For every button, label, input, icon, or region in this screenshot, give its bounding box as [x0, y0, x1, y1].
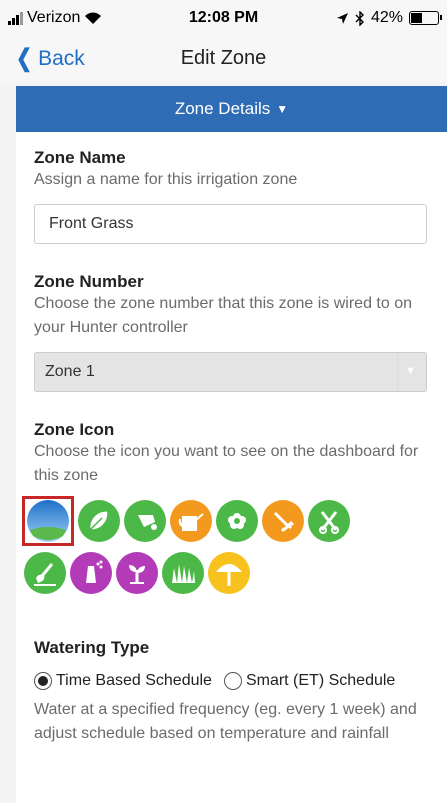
- select-divider: [397, 353, 398, 391]
- location-arrow-icon: [336, 12, 348, 24]
- zone-details-dropdown[interactable]: Zone Details ▼: [16, 86, 447, 132]
- leaf-icon[interactable]: [78, 500, 120, 542]
- shears-icon[interactable]: [308, 500, 350, 542]
- sprout-icon[interactable]: [116, 552, 158, 594]
- watering-type-section: Watering Type Time Based Schedule Smart …: [16, 638, 447, 746]
- zone-icon-label: Zone Icon: [34, 420, 115, 439]
- rake-icon[interactable]: [262, 500, 304, 542]
- status-indicators: 42%: [336, 9, 442, 27]
- battery-percent: 42%: [370, 9, 403, 26]
- caret-down-icon: ▼: [276, 102, 289, 116]
- zone-name-input[interactable]: [34, 204, 427, 244]
- zone-name-label: Zone Name: [34, 148, 126, 167]
- battery-fill: [411, 13, 422, 23]
- zone-icon-row: [22, 496, 429, 546]
- zone-number-section: Zone Number Choose the zone number that …: [16, 272, 447, 392]
- smart-et-label[interactable]: Smart (ET) Schedule: [246, 672, 395, 690]
- selected-icon-frame: [22, 496, 74, 546]
- time-based-radio[interactable]: [34, 672, 52, 690]
- tree-icon[interactable]: [208, 552, 250, 594]
- watering-type-label: Watering Type: [34, 638, 150, 657]
- watering-type-help: Water at a specified frequency (eg. ever…: [34, 701, 417, 742]
- time-based-label[interactable]: Time Based Schedule: [56, 672, 212, 690]
- grass-icon[interactable]: [162, 552, 204, 594]
- bluetooth-icon: [355, 10, 364, 26]
- zone-number-help: Choose the zone number that this zone is…: [34, 295, 412, 336]
- flower-icon[interactable]: [216, 500, 258, 542]
- zone-icon-row: [24, 552, 429, 594]
- chevron-down-icon: ▼: [405, 365, 416, 377]
- zone-details-label: Zone Details: [174, 99, 271, 118]
- zone-name-section: Zone Name Assign a name for this irrigat…: [16, 148, 447, 244]
- radio-selected-dot: [38, 676, 48, 686]
- zone-icon-section: Zone Icon Choose the icon you want to se…: [16, 420, 447, 594]
- battery-icon: [409, 11, 442, 25]
- sky-grass-icon[interactable]: [27, 500, 69, 542]
- sprinkler-icon[interactable]: [70, 552, 112, 594]
- zone-icon-help: Choose the icon you want to see on the d…: [34, 443, 419, 484]
- watering-type-options: Time Based Schedule Smart (ET) Schedule: [34, 672, 429, 690]
- smart-et-radio[interactable]: [223, 672, 242, 690]
- zone-number-label: Zone Number: [34, 272, 144, 291]
- edit-zone-form: Zone Details ▼ Zone Name Assign a name f…: [16, 86, 447, 803]
- zone-number-select[interactable]: Zone 1 ▼: [34, 352, 427, 392]
- zone-name-help: Assign a name for this irrigation zone: [34, 171, 298, 188]
- wheelbarrow-icon[interactable]: [124, 500, 166, 542]
- status-bar: Verizon 12:08 PM 42%: [0, 0, 447, 38]
- navigation-bar: ❮ Back Edit Zone: [0, 38, 447, 82]
- shovel-icon[interactable]: [24, 552, 66, 594]
- watering-can-icon[interactable]: [170, 500, 212, 542]
- zone-icon-picker: [22, 496, 429, 594]
- page-title: Edit Zone: [180, 47, 267, 69]
- zone-number-value: Zone 1: [45, 363, 95, 380]
